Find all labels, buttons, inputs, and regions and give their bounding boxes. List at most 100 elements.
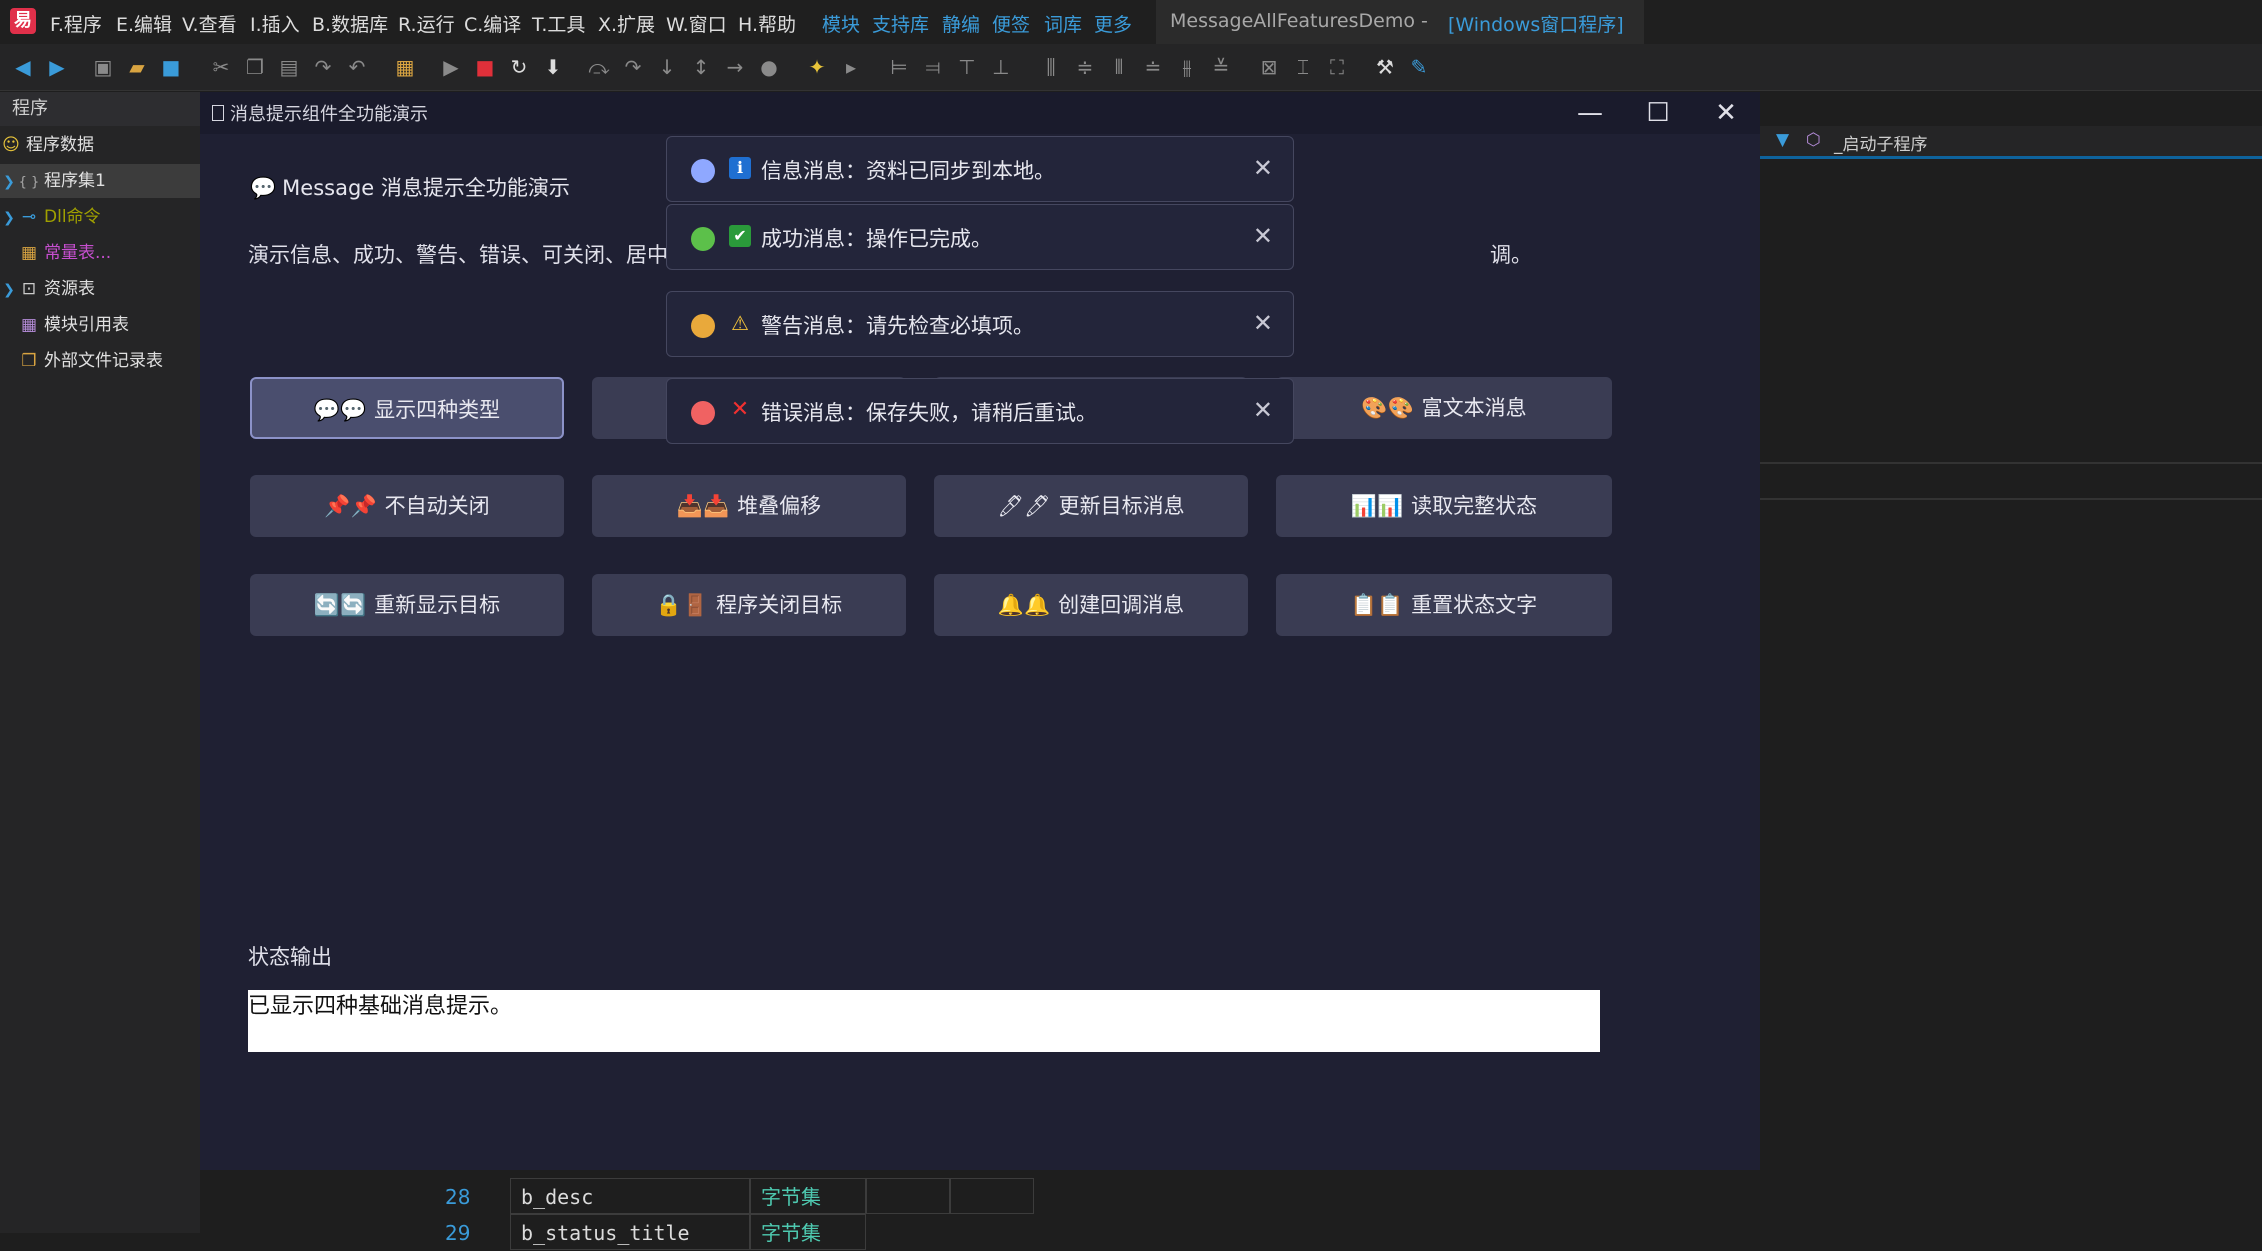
tools-icon[interactable]: ⚒ [1374, 56, 1396, 78]
read-full-state-button[interactable]: 📊📊 读取完整状态 [1276, 475, 1612, 537]
center-v-icon[interactable]: ≐ [1142, 56, 1164, 78]
close-icon[interactable]: ✕ [1253, 221, 1273, 251]
stop-icon[interactable]: ■ [474, 56, 496, 78]
menu-extend[interactable]: X.扩展 [598, 10, 655, 37]
menu-program[interactable]: F.程序 [50, 10, 102, 37]
tree-item-dll[interactable]: ❯ ⊸ Dll命令 [0, 200, 200, 234]
dropdown-arrow-icon[interactable]: ▼ [1776, 130, 1789, 150]
run-to-icon[interactable]: → [724, 56, 746, 78]
window-titlebar[interactable]: 消息提示组件全功能演示 — ☐ ✕ [200, 92, 1760, 134]
tree-item-module[interactable]: ▦ 模块引用表 [0, 308, 200, 342]
var-name-cell[interactable]: b_desc [510, 1178, 750, 1214]
align-left-icon[interactable]: ⊨ [888, 56, 910, 78]
tree-label: 常量表... [44, 243, 112, 263]
tree-item-program-data[interactable]: ☺ 程序数据 [0, 128, 200, 162]
space-v-icon[interactable]: ≚ [1210, 56, 1232, 78]
cube-icon: ⬡ [1806, 130, 1821, 150]
forward-icon[interactable]: ▶ [46, 56, 68, 78]
create-callback-message-button[interactable]: 🔔🔔 创建回调消息 [934, 574, 1248, 636]
close-icon[interactable]: ✕ [1253, 395, 1273, 425]
stack-offset-button[interactable]: 📥📥 堆叠偏移 [592, 475, 906, 537]
menu-help[interactable]: H.帮助 [738, 10, 796, 37]
link-static[interactable]: 静编 [942, 10, 980, 37]
distribute-v-icon[interactable]: ⫴ [1108, 56, 1130, 78]
space-h-icon[interactable]: ⫵ [1176, 56, 1198, 78]
redo-icon[interactable]: ↷ [312, 56, 334, 78]
new-file-icon[interactable]: ▣ [92, 56, 114, 78]
back-icon[interactable]: ◀ [12, 56, 34, 78]
rich-text-message-button[interactable]: 🎨🎨 富文本消息 [1276, 377, 1612, 439]
align-top-icon[interactable]: ⊤ [956, 56, 978, 78]
align-right-icon[interactable]: ⫤ [922, 56, 944, 78]
same-height-icon[interactable]: ⌶ [1292, 56, 1314, 78]
code-editor-panel: ▼ ⬡ _启动子程序 [1760, 120, 2262, 1233]
link-module[interactable]: 模块 [822, 10, 860, 37]
const-icon: ▦ [20, 243, 38, 263]
brush-icon[interactable]: ✎ [1408, 56, 1430, 78]
menu-view[interactable]: V.查看 [182, 10, 237, 37]
copy-icon[interactable]: ❐ [244, 56, 266, 78]
watch-icon[interactable]: ▸ [840, 56, 862, 78]
subroutine-selector[interactable]: ▼ ⬡ _启动子程序 [1760, 126, 2262, 159]
undo-icon[interactable]: ↶ [346, 56, 368, 78]
link-notes[interactable]: 便签 [992, 10, 1030, 37]
menu-insert[interactable]: I.插入 [250, 10, 300, 37]
menu-run[interactable]: R.运行 [398, 10, 455, 37]
save-icon[interactable]: ■ [160, 56, 182, 78]
tree-item-const[interactable]: ▦ 常量表... [0, 236, 200, 270]
same-width-icon[interactable]: ⊠ [1258, 56, 1280, 78]
reshow-target-button[interactable]: 🔄🔄 重新显示目标 [250, 574, 564, 636]
distribute-h-icon[interactable]: ⫼ [1040, 56, 1062, 78]
run-icon[interactable]: ▶ [440, 56, 462, 78]
var-cell[interactable] [866, 1178, 950, 1214]
program-close-target-button[interactable]: 🔒🚪 程序关闭目标 [592, 574, 906, 636]
menu-database[interactable]: B.数据库 [312, 10, 388, 37]
divider [1760, 498, 2262, 500]
breakpoint-icon[interactable]: ● [758, 56, 780, 78]
maximize-button[interactable]: ☐ [1624, 92, 1692, 134]
module-icon: ▦ [20, 315, 38, 335]
chevron-right-icon[interactable]: ❯ [0, 273, 18, 307]
menu-compile[interactable]: C.编译 [464, 10, 521, 37]
error-x-icon: ✕ [730, 397, 750, 422]
same-size-icon[interactable]: ⛶ [1326, 56, 1348, 78]
build-icon[interactable]: ⬇ [542, 56, 564, 78]
step-up-icon[interactable]: ↕ [690, 56, 712, 78]
menu-edit[interactable]: E.编辑 [116, 10, 172, 37]
find-icon[interactable]: ▦ [394, 56, 416, 78]
step-down-icon[interactable]: ↓ [656, 56, 678, 78]
show-four-types-button[interactable]: 💬💬 显示四种类型 [250, 377, 564, 439]
close-icon[interactable]: ✕ [1253, 153, 1273, 183]
chevron-right-icon[interactable]: ❯ [0, 201, 18, 235]
menu-tools[interactable]: T.工具 [532, 10, 585, 37]
paste-icon[interactable]: ▤ [278, 56, 300, 78]
var-type-cell[interactable]: 字节集 [750, 1178, 866, 1214]
no-auto-close-button[interactable]: 📌📌 不自动关闭 [250, 475, 564, 537]
step-over-icon[interactable]: ⤼ [588, 56, 610, 78]
link-more[interactable]: 更多 [1094, 10, 1132, 37]
tree-item-external-file[interactable]: ❒ 外部文件记录表 [0, 344, 200, 378]
var-type-cell[interactable]: 字节集 [750, 1214, 866, 1250]
restart-icon[interactable]: ↻ [508, 56, 530, 78]
ide-logo-icon: 易 [10, 8, 36, 34]
open-folder-icon[interactable]: ▰ [126, 56, 148, 78]
link-lexicon[interactable]: 词库 [1044, 10, 1082, 37]
toast-success: ✔ 成功消息：操作已完成。 ✕ [666, 204, 1294, 270]
close-icon[interactable]: ✕ [1253, 308, 1273, 338]
var-cell[interactable] [950, 1178, 1034, 1214]
center-h-icon[interactable]: ≑ [1074, 56, 1096, 78]
tree-item-assembly1[interactable]: ❯{ } 程序集1 [0, 164, 200, 198]
var-name-cell[interactable]: b_status_title [510, 1214, 750, 1250]
close-window-button[interactable]: ✕ [1692, 92, 1760, 134]
cut-icon[interactable]: ✂ [210, 56, 232, 78]
align-bottom-icon[interactable]: ⊥ [990, 56, 1012, 78]
step-into-icon[interactable]: ↷ [622, 56, 644, 78]
reset-status-text-button[interactable]: 📋📋 重置状态文字 [1276, 574, 1612, 636]
link-support-lib[interactable]: 支持库 [872, 10, 929, 37]
tip-bulb-icon[interactable]: ✦ [806, 56, 828, 78]
minimize-button[interactable]: — [1556, 92, 1624, 134]
update-target-message-button[interactable]: 🖊🖊 更新目标消息 [934, 475, 1248, 537]
chevron-right-icon[interactable]: ❯ [0, 165, 18, 199]
tree-item-resource[interactable]: ❯ ⊡ 资源表 [0, 272, 200, 306]
menu-window[interactable]: W.窗口 [666, 10, 727, 37]
